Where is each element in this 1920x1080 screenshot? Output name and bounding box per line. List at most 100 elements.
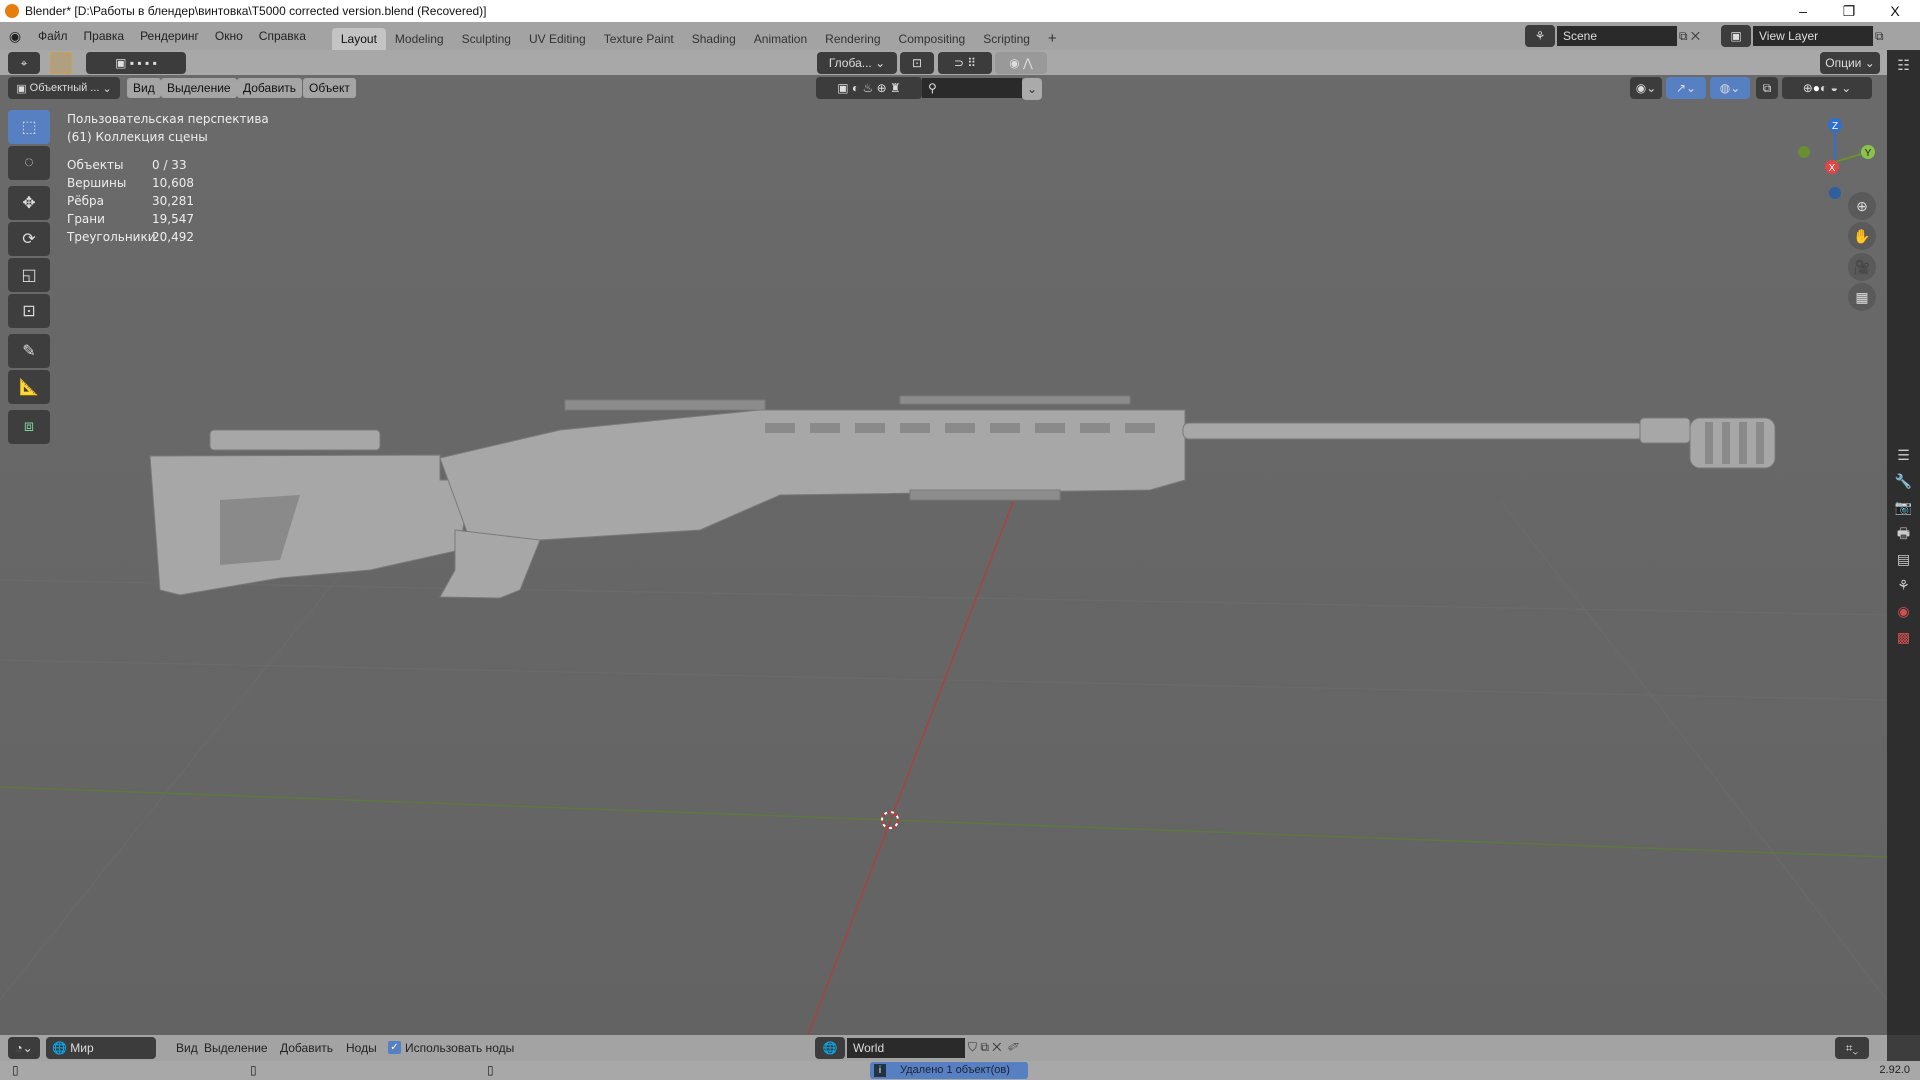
output-properties-icon[interactable]: 🖶 [1892, 522, 1916, 544]
tool-properties-icon[interactable]: 🔧 [1892, 470, 1916, 492]
selection-mode-icons[interactable]: ▣ ▪ ▪ ▪ ▪ [86, 52, 186, 74]
world-name-field[interactable]: World [847, 1038, 965, 1058]
collection-name: (61) Коллекция сцены [67, 130, 208, 144]
render-properties-icon[interactable]: 📷 [1892, 496, 1916, 518]
world-shader-dropdown[interactable]: 🌐 Мир [46, 1037, 156, 1059]
add-workspace-button[interactable]: + [1039, 28, 1066, 50]
use-nodes-label: Использовать ноды [405, 1041, 515, 1055]
transform-tool[interactable]: ⊡ [8, 294, 50, 328]
texture-properties-icon[interactable]: ▩ [1892, 626, 1916, 648]
zoom-icon[interactable]: ⊕ [1848, 192, 1876, 220]
tab-compositing[interactable]: Compositing [890, 28, 975, 50]
editor-type-icon[interactable]: ⌖ [8, 52, 40, 74]
options-dropdown[interactable]: Опции ⌄ [1820, 52, 1880, 74]
new-scene-icon[interactable]: ⧉ ✕ [1679, 29, 1719, 44]
rifle-model[interactable] [149, 395, 1776, 599]
measure-tool[interactable]: 📐 [8, 370, 50, 404]
move-tool[interactable]: ✥ [8, 186, 50, 220]
stat-value: 30,281 [152, 194, 194, 208]
xray-toggle-icon[interactable]: ⧉ [1756, 77, 1778, 99]
filter-dropdown-icon[interactable]: ⌄ [1022, 78, 1042, 100]
pan-hand-icon[interactable]: ✋ [1848, 222, 1876, 250]
visibility-icon[interactable]: ◉⌄ [1630, 77, 1662, 99]
menu-object[interactable]: Объект [303, 78, 356, 98]
world-icon[interactable]: 🌐 [815, 1037, 845, 1059]
menu-add[interactable]: Добавить [272, 1041, 341, 1055]
mode-dropdown[interactable]: ▣ Объектный ... ⌄ [8, 77, 120, 99]
fake-user-icon[interactable]: ⛉ ⧉ ✕ ✐ [968, 1040, 1019, 1055]
view-layer-field[interactable]: View Layer [1753, 26, 1873, 46]
status-message: Удалено 1 объект(ов) [870, 1062, 1028, 1079]
camera-icon[interactable]: 🎥 [1848, 253, 1876, 281]
restore-button[interactable]: ❐ [1826, 0, 1872, 22]
visibility-filter-icons[interactable]: ▣ ◐ ♨ ⊕ ♜ [816, 77, 922, 99]
outliner-icon[interactable]: ☷ [1892, 54, 1916, 76]
use-nodes-checkbox[interactable]: ✓ [388, 1041, 401, 1054]
toolbar: ⬚ ◌ ✥ ⟳ ◱ ⊡ ✎ 📐 ⧈ [8, 110, 50, 446]
menu-window[interactable]: Окно [207, 29, 251, 43]
view-layer-icon[interactable]: ▣ [1721, 25, 1751, 47]
mode-label: Объектный ... [29, 82, 100, 94]
menu-view[interactable]: Вид [127, 78, 161, 98]
rotate-tool[interactable]: ⟳ [8, 222, 50, 256]
pivot-icon[interactable]: ⊡ [900, 52, 934, 74]
viewport-header: ▣ Объектный ... ⌄ Вид Выделение Добавить… [0, 75, 1887, 100]
tab-layout[interactable]: Layout [331, 27, 386, 50]
scene-properties-icon[interactable]: ⚘ [1892, 574, 1916, 596]
search-icon[interactable]: ⚲ [922, 78, 1022, 98]
add-cube-tool[interactable]: ⧈ [8, 410, 50, 444]
scale-tool[interactable]: ◱ [8, 258, 50, 292]
3d-viewport[interactable]: ⬚ ◌ ✥ ⟳ ◱ ⊡ ✎ 📐 ⧈ Пользовательская персп… [0, 100, 1887, 1035]
cursor-tool[interactable]: ◌ [8, 146, 50, 180]
minimize-button[interactable]: – [1780, 0, 1826, 22]
shading-modes-icons[interactable]: ⊕ ● ◐ ◒ ⌄ [1782, 77, 1872, 99]
close-button[interactable]: X [1872, 0, 1918, 22]
snap-icon[interactable]: ⊃ ⠿ [938, 52, 992, 74]
overlay-toggle-icon[interactable]: ◍⌄ [1710, 77, 1750, 99]
title-bar: Blender* [D:\Работы в блендер\винтовка\T… [0, 0, 1920, 22]
menu-edit[interactable]: Правка [76, 29, 133, 43]
editor-type-icon[interactable]: ◔⌄ [8, 1037, 40, 1059]
gizmo-y-label: Y [1865, 148, 1872, 159]
tab-animation[interactable]: Animation [745, 28, 816, 50]
tab-rendering[interactable]: Rendering [816, 28, 889, 50]
orientation-label: Глоба... [828, 56, 872, 70]
mouse-left-icon: ▯ [12, 1063, 19, 1077]
blender-menu-icon[interactable]: ◉ [0, 28, 30, 45]
world-properties-icon[interactable]: ◉ [1892, 600, 1916, 622]
menu-render[interactable]: Рендеринг [132, 29, 207, 43]
version-label: 2.92.0 [1879, 1064, 1910, 1076]
menu-help[interactable]: Справка [251, 29, 314, 43]
select-tool-icon[interactable] [50, 52, 72, 74]
viewport-stats: Пользовательская перспектива (61) Коллек… [67, 110, 269, 246]
scene-icon[interactable]: ⚘ [1525, 25, 1555, 47]
x-axis-line [807, 501, 1014, 1035]
mouse-right-icon: ▯ [487, 1063, 494, 1077]
scene-field[interactable]: Scene [1557, 26, 1677, 46]
orientation-dropdown[interactable]: Глоба... ⌄ [817, 52, 897, 74]
select-box-tool[interactable]: ⬚ [8, 110, 50, 144]
gizmo-toggle-icon[interactable]: ↗⌄ [1666, 77, 1706, 99]
view-layer-properties-icon[interactable]: ▤ [1892, 548, 1916, 570]
tab-shading[interactable]: Shading [683, 28, 745, 50]
perspective-grid-icon[interactable]: ▦ [1848, 283, 1876, 311]
tab-sculpting[interactable]: Sculpting [453, 28, 520, 50]
menu-nodes[interactable]: Ноды [338, 1041, 385, 1055]
properties-editor-icon[interactable]: ☰ [1892, 444, 1916, 466]
menu-select[interactable]: Выделение [196, 1041, 276, 1055]
snap-grid-icon[interactable]: ⌗⌄ [1835, 1037, 1869, 1059]
tab-uv-editing[interactable]: UV Editing [520, 28, 595, 50]
menu-file[interactable]: Файл [30, 29, 76, 43]
navigation-gizmo[interactable]: Z Y X [1790, 110, 1880, 200]
annotate-tool[interactable]: ✎ [8, 334, 50, 368]
menu-add[interactable]: Добавить [237, 78, 303, 98]
tab-modeling[interactable]: Modeling [386, 28, 453, 50]
proportional-edit-icon[interactable]: ◉ ⋀ [995, 52, 1047, 74]
tab-texture-paint[interactable]: Texture Paint [595, 28, 683, 50]
tab-scripting[interactable]: Scripting [974, 28, 1039, 50]
stat-value: 20,492 [152, 230, 194, 244]
y-axis-line [0, 786, 1887, 858]
new-view-layer-icon[interactable]: ⧉ [1875, 29, 1905, 44]
mouse-middle-icon: ▯ [250, 1063, 257, 1077]
menu-select[interactable]: Выделение [161, 78, 237, 98]
